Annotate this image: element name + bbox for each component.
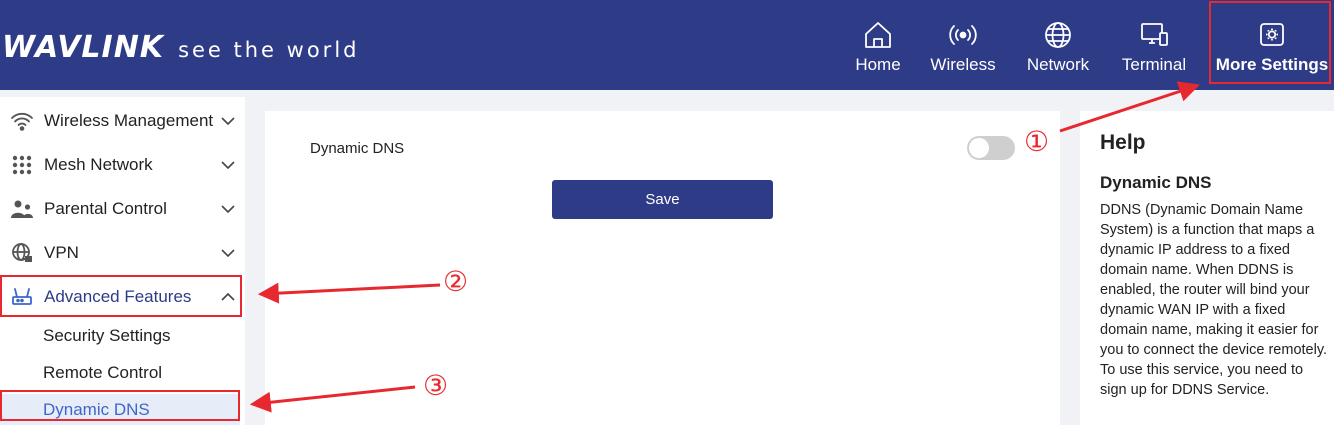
sidebar-item-parental-control[interactable]: Parental Control [0,187,245,231]
main-card [265,111,1060,425]
sidebar-item-label: Mesh Network [44,155,153,174]
home-icon [865,22,891,48]
help-subtitle: Dynamic DNS [1100,173,1212,192]
sidebar-item-label: Parental Control [44,199,167,218]
chevron-down-icon[interactable] [219,244,237,262]
sidebar-item-label: Wireless Management [44,111,214,130]
nav-terminal-label: Terminal [1121,55,1187,74]
parental-icon [11,200,33,218]
sidebar-subitem-dynamic-dns[interactable]: Dynamic DNS [0,394,240,425]
nav-network[interactable]: Network [1022,0,1094,90]
sidebar-item-advanced-features[interactable]: Advanced Features [0,275,245,319]
settings-icon [1260,23,1284,46]
router-icon [12,288,32,305]
sidebar-item-vpn[interactable]: VPN [0,231,245,275]
nav-more-settings[interactable]: More Settings [1212,0,1332,90]
globe-icon [1045,22,1071,48]
sidebar-item-label: Advanced Features [44,287,192,306]
wireless-icon [949,25,977,45]
chevron-down-icon[interactable] [219,200,237,218]
mesh-grid-icon [12,155,32,175]
brand-logo[interactable]: WAVLINK see the world [2,30,359,65]
ddns-toggle[interactable] [967,136,1015,160]
annotation-marker-3: ③ [423,369,449,402]
nav-more-settings-label: More Settings [1215,55,1329,74]
annotation-marker-1: ① [1024,125,1050,158]
chevron-down-icon[interactable] [219,112,237,130]
brand-tagline: see the world [178,38,360,62]
save-button[interactable]: Save [552,180,773,219]
help-text: DDNS (Dynamic Domain Name System) is a f… [1100,202,1328,398]
chevron-down-icon[interactable] [219,156,237,174]
nav-wireless[interactable]: Wireless [928,0,998,90]
toggle-knob [969,138,989,158]
nav-home[interactable]: Home [852,0,904,90]
vpn-globe-icon [12,243,32,262]
sidebar-item-wireless-management[interactable]: Wireless Management [0,99,245,143]
wifi-icon [11,112,33,131]
annotation-marker-2: ② [443,265,469,298]
sidebar-subitem-remote-control[interactable]: Remote Control [0,357,240,389]
terminal-icon [1141,23,1168,46]
brand-name: WAVLINK [2,30,165,65]
sidebar-subitem-security-settings[interactable]: Security Settings [0,320,240,352]
nav-wireless-label: Wireless [930,55,996,74]
chevron-up-icon[interactable] [219,288,237,306]
top-header: WAVLINK see the world Home Wireless Netw… [0,0,1334,90]
nav-home-label: Home [855,55,901,74]
help-title: Help [1100,131,1146,154]
nav-network-label: Network [1026,55,1090,74]
nav-terminal[interactable]: Terminal [1118,0,1190,90]
sidebar-item-label: VPN [44,243,79,262]
ddns-label: Dynamic DNS [310,140,405,157]
sidebar-item-mesh-network[interactable]: Mesh Network [0,143,245,187]
